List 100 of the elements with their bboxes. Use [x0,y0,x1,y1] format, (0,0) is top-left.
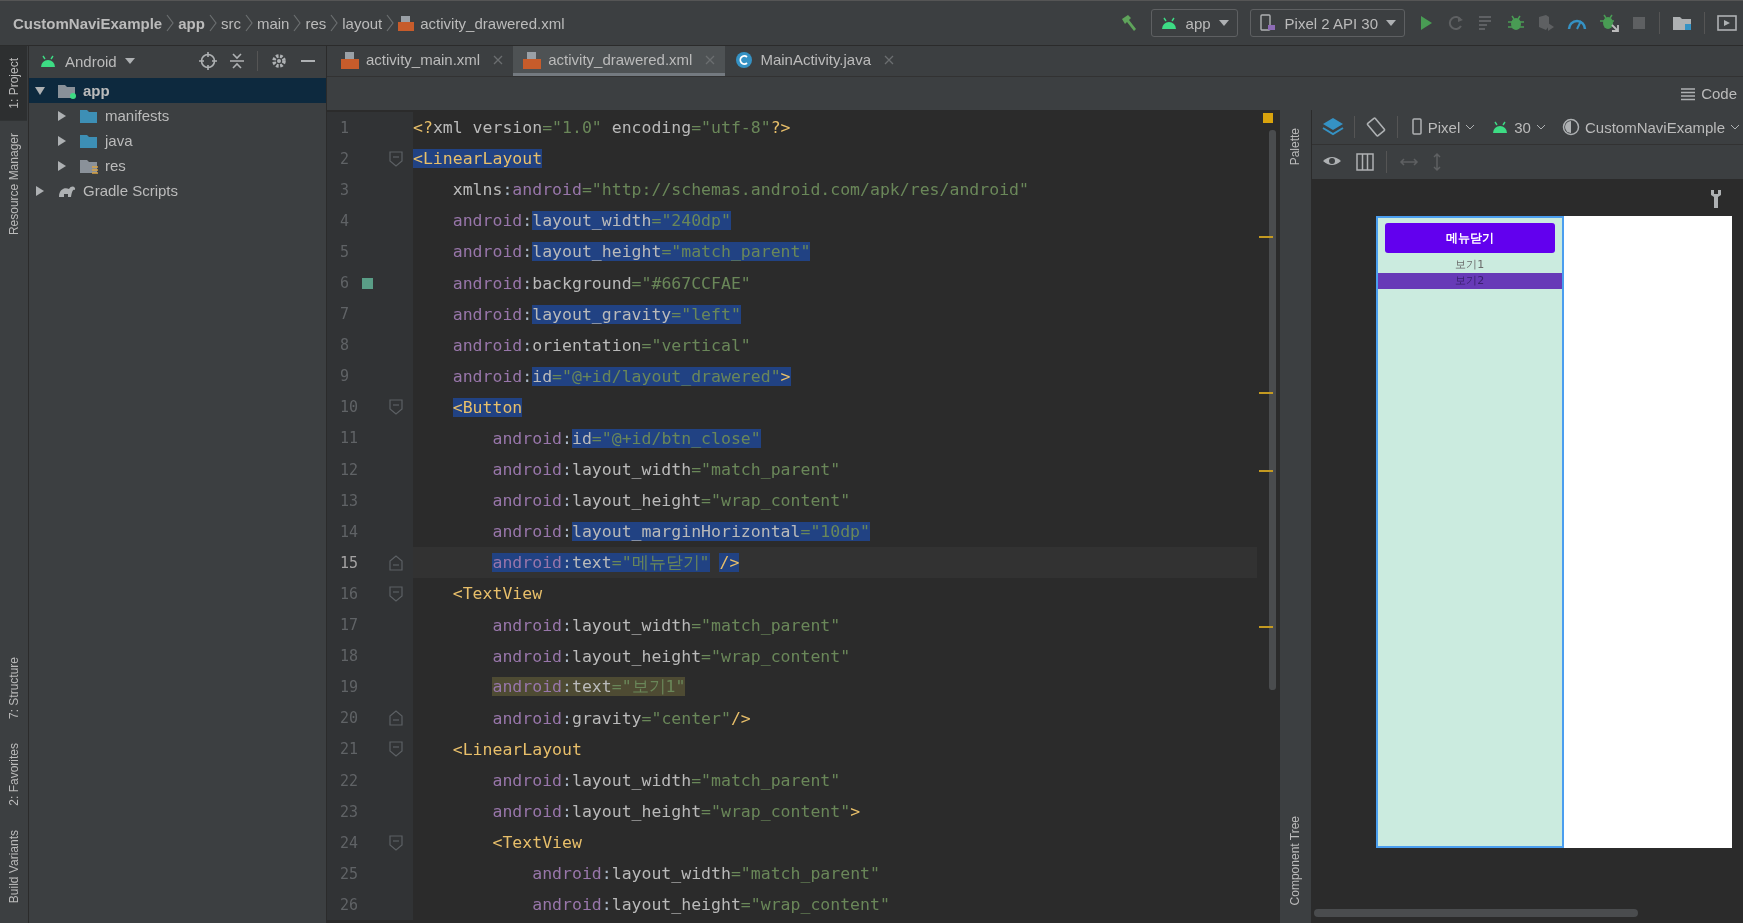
code-line: android:layout_width="match_parent" [491,615,841,635]
locate-icon[interactable] [199,52,217,70]
chevron-icon [1730,124,1740,130]
fold-icon[interactable] [389,150,403,167]
xml-file-icon [398,15,415,31]
fold-icon[interactable] [389,710,403,727]
close-icon[interactable] [493,54,504,65]
tool-window-tab[interactable]: Resource Manager [0,120,27,247]
preview-text-view[interactable]: 보기1 [1377,257,1562,273]
fold-icon[interactable] [389,399,403,416]
expand-arrow-icon[interactable] [57,135,67,146]
rotate-icon[interactable] [1364,116,1387,138]
code-line: android:orientation="vertical" [451,335,751,355]
class-icon [735,50,754,69]
breadcrumb-item[interactable]: res [305,14,327,32]
editor-tab[interactable]: activity_drawered.xml [513,46,726,76]
run-config-dropdown[interactable]: app [1150,9,1238,37]
attach-debugger-icon[interactable] [1599,14,1619,32]
expand-arrow-icon[interactable] [57,160,67,171]
breadcrumb-item[interactable]: src [220,14,241,32]
fold-icon[interactable] [389,834,403,851]
editor-tab[interactable]: MainActivity.java [725,46,904,76]
code-view-button[interactable]: Code [1674,84,1743,103]
tool-window-tab[interactable]: Build Variants [0,817,27,915]
vertical-arrows-icon[interactable] [1430,152,1443,172]
chevron-icon [208,13,217,33]
tree-item[interactable]: app [29,78,326,103]
tree-item[interactable]: Gradle Scripts [29,178,326,203]
color-swatch[interactable] [362,277,373,289]
close-menu-button[interactable]: 메뉴닫기 [1384,223,1555,253]
xml-file-icon [341,50,359,69]
tool-window-tab[interactable]: Component Tree [1279,805,1310,915]
android-icon [39,55,57,67]
breadcrumb-item[interactable]: activity_drawered.xml [398,14,565,32]
tree-item[interactable]: java [29,128,326,153]
tool-window-tab[interactable]: 7: Structure [0,645,27,732]
expand-arrow-icon[interactable] [35,185,45,196]
columns-icon[interactable] [1355,153,1374,171]
code-line: android:gravity="center"/> [491,708,751,728]
tree-item[interactable]: manifests [29,103,326,128]
code-line: android:text="보기1" [491,676,686,699]
rerun-icon[interactable] [1447,14,1465,32]
code-line: <LinearLayout [451,739,582,759]
code-line: android:layout_width="match_parent" [491,460,841,480]
close-icon[interactable] [884,54,894,65]
fold-icon[interactable] [389,554,403,571]
horizontal-arrows-icon[interactable] [1398,156,1419,168]
caret-icon [124,58,135,64]
tool-window-tab[interactable]: 1: Project [0,46,27,121]
device-dropdown[interactable]: Pixel 2 API 30 [1249,9,1405,37]
stop-icon[interactable] [1631,15,1647,31]
settings-icon[interactable] [270,52,288,70]
caret-icon [1386,20,1396,26]
chevron-icon [244,13,253,33]
folder-icon [57,82,77,99]
folder-icon [79,157,99,174]
api-level-dropdown[interactable]: 30 [1488,118,1549,136]
tool-window-tab[interactable]: 2: Favorites [0,731,27,818]
device-manager-icon[interactable] [1672,14,1692,32]
breadcrumb-item[interactable]: layout [342,14,383,32]
breadcrumb-item[interactable]: app [178,14,205,32]
chevron-icon [1465,124,1476,130]
code-line: android:layout_width="240dp" [451,211,731,231]
code-line: <?xml version="1.0" encoding="utf-8"?> [413,118,791,138]
expand-arrow-icon[interactable] [57,110,67,121]
bug-icon[interactable] [1507,14,1525,32]
breadcrumb-item[interactable]: main [256,14,290,32]
breadcrumb-item[interactable]: CustomNaviExample [13,14,163,32]
code-line: android:layout_height="match_parent" [451,242,811,262]
tool-window-tab[interactable]: Palette [1279,118,1310,176]
phone-icon [1410,118,1423,136]
line-number: 15 [339,553,359,572]
device-dropdown[interactable]: Pixel [1407,118,1479,136]
code-line: android:layout_marginHorizontal="10dp" [491,522,870,542]
code-line: android:background="#667CCFAE" [451,273,751,293]
drawer-layout[interactable]: 메뉴닫기 보기1 보기2 [1375,216,1564,848]
list-icon [1680,86,1697,101]
emulator-icon[interactable] [1717,14,1737,32]
editor-tab[interactable]: activity_main.xml [331,46,514,76]
chevron-icon [1535,124,1546,130]
theme-icon [1561,118,1580,136]
fold-icon[interactable] [389,741,403,758]
layers-icon[interactable] [1321,117,1344,137]
phone-icon [1258,14,1277,32]
collapse-all-icon[interactable] [229,52,245,70]
fold-icon[interactable] [389,585,403,602]
code-line: android:id="@+id/btn_close" [491,429,761,448]
wrench-icon[interactable] [1709,189,1723,209]
scrollbar-thumb[interactable] [1313,909,1638,917]
expand-arrow-icon[interactable] [35,85,45,96]
code-line: android:layout_height="wrap_content" [491,491,851,511]
chevron-icon [166,13,175,33]
code-line: android:layout_height="wrap_content" [491,646,851,666]
code-line: android:layout_height="wrap_content"> [491,802,861,822]
code-line: android:layout_width="match_parent" [491,771,841,790]
theme-dropdown[interactable]: CustomNaviExample [1558,118,1743,136]
chevron-icon [293,13,302,33]
chevron-icon [330,13,339,33]
tree-item[interactable]: res [29,153,326,178]
project-view-dropdown[interactable]: Android [39,52,135,70]
